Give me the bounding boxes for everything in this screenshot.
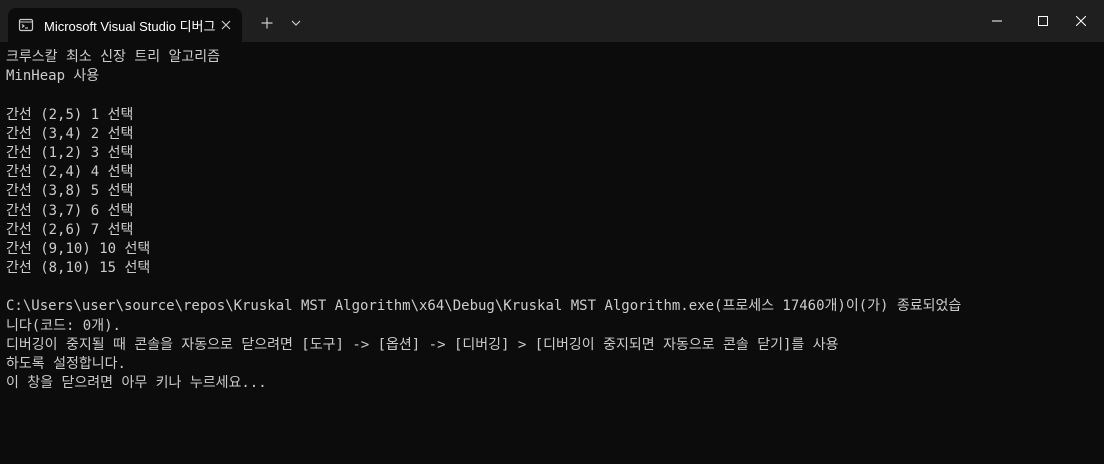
maximize-icon (1038, 16, 1048, 26)
console-output[interactable]: 크루스칼 최소 신장 트리 알고리즘 MinHeap 사용 간선 (2,5) 1… (6, 48, 1098, 464)
console-line-exit-cont: 니다(코드: 0개). (6, 317, 121, 334)
edge-line: 간선 (2,6) 7 선택 (6, 221, 134, 238)
console-line-title: 크루스칼 최소 신장 트리 알고리즘 (6, 49, 221, 65)
edge-line: 간선 (3,7) 6 선택 (6, 202, 134, 219)
tab-title: Microsoft Visual Studio 디버그 (44, 18, 216, 34)
edge-line: 간선 (1,2) 3 선택 (6, 144, 134, 161)
terminal-icon (18, 17, 34, 33)
edge-line: 간선 (3,4) 2 선택 (6, 125, 134, 142)
minimize-button[interactable] (974, 0, 1020, 42)
console-line-exit: C:\Users\user\source\repos\Kruskal MST A… (6, 298, 962, 315)
edge-line: 간선 (2,5) 1 선택 (6, 106, 134, 123)
plus-icon (261, 17, 273, 29)
edge-line: 간선 (9,10) 10 선택 (6, 240, 151, 257)
edge-line: 간선 (3,8) 5 선택 (6, 183, 134, 200)
close-window-button[interactable] (1058, 0, 1104, 42)
minimize-icon (992, 20, 1002, 22)
console-line-heap: MinHeap 사용 (6, 68, 100, 85)
console-line-press-key: 이 창을 닫으려면 아무 키나 누르세요... (6, 375, 267, 392)
console-line-hint: 디버깅이 중지될 때 콘솔을 자동으로 닫으려면 [도구] -> [옵션] ->… (6, 336, 839, 353)
console-line-hint-cont: 하도록 설정합니다. (6, 356, 126, 372)
chevron-down-icon (291, 20, 301, 26)
close-icon (1076, 16, 1086, 26)
terminal-tab[interactable]: Microsoft Visual Studio 디버그 (8, 8, 242, 42)
new-tab-button[interactable] (256, 12, 278, 34)
title-bar: Microsoft Visual Studio 디버그 (0, 0, 1104, 42)
tab-dropdown-button[interactable] (285, 12, 307, 34)
close-tab-icon[interactable] (218, 17, 234, 33)
edge-line: 간선 (8,10) 15 선택 (6, 260, 151, 277)
edge-line: 간선 (2,4) 4 선택 (6, 164, 134, 181)
